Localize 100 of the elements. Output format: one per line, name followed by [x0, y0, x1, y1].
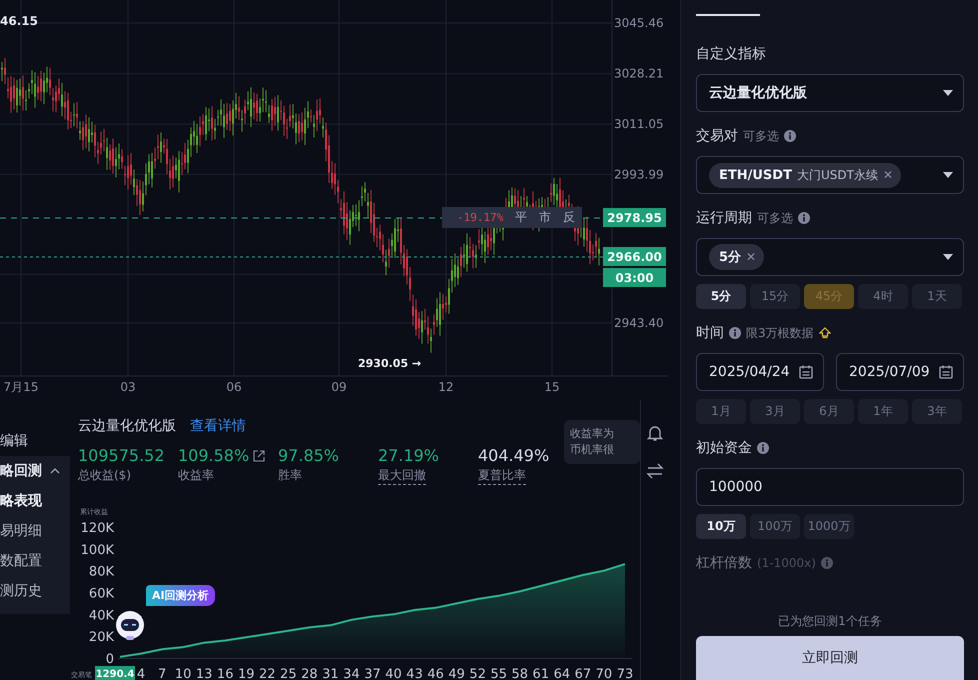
- stat-label: 收益率: [178, 467, 214, 484]
- order-action[interactable]: 市: [539, 210, 551, 224]
- x-axis-label: 10: [174, 667, 192, 680]
- x-axis-label: 37: [364, 667, 381, 680]
- x-axis-label: 52: [469, 667, 486, 680]
- details-link[interactable]: 查看详情: [190, 417, 246, 435]
- y-axis-label: 60K: [88, 586, 114, 602]
- y-axis-label: 80K: [88, 564, 114, 580]
- field-label: 交易对: [696, 127, 738, 145]
- field-hint: 可多选: [757, 210, 793, 226]
- stat-value: 27.19%: [378, 446, 440, 465]
- date-axis-label: 09: [331, 380, 347, 394]
- price-axis-label: 2943.40: [614, 316, 664, 330]
- price-axis-label: 2993.99: [614, 167, 664, 182]
- run-backtest-button[interactable]: 立即回测: [696, 636, 964, 680]
- low-price-marker: 2930.05 →: [358, 357, 422, 370]
- end-date-field[interactable]: 2025/07/09: [836, 353, 964, 391]
- field-label: 时间: [696, 324, 724, 342]
- sidebar-item[interactable]: 易明细: [0, 516, 70, 546]
- x-axis-label: 28: [301, 667, 318, 680]
- date-axis-label: 06: [226, 380, 242, 394]
- date-axis-label: 7月15: [4, 380, 38, 394]
- stat-value: 97.85%: [278, 446, 340, 465]
- x-axis-label: 73: [616, 667, 634, 680]
- date-axis-label: 15: [544, 380, 560, 394]
- sidebar-item[interactable]: 数配置: [0, 546, 70, 576]
- price-badge: 2966.00: [603, 247, 666, 266]
- stat-label: 胜率: [278, 467, 302, 484]
- ai-analysis-badge[interactable]: AI回测分析: [146, 585, 215, 606]
- x-axis-label: 13: [196, 667, 212, 680]
- stat-value: 109575.52: [78, 446, 165, 465]
- start-value-badge: 1290.4: [95, 666, 135, 680]
- price-badge: 03:00: [603, 268, 666, 287]
- stat-label: 夏普比率: [478, 467, 526, 485]
- date-axis-label: 03: [120, 380, 136, 394]
- tooltip: 收益率为 币机率很: [564, 420, 640, 464]
- field-label: 自定义指标: [696, 45, 766, 63]
- x-axis-label: 58: [512, 667, 528, 680]
- x-axis-label: 34: [343, 667, 360, 680]
- y-axis-label: 20K: [88, 630, 114, 646]
- y-axis-label: 0: [106, 652, 114, 667]
- pair-tag[interactable]: ETH/USDT 大门USDT永续 ✕: [709, 162, 902, 188]
- date-axis-label: 12: [438, 380, 454, 394]
- field-hint: 可多选: [743, 128, 779, 144]
- preset-button[interactable]: 10万: [696, 514, 746, 539]
- y-axis-label: 120K: [80, 521, 114, 536]
- x-axis-label: 40: [385, 667, 402, 680]
- x-axis-label: 61: [532, 667, 550, 680]
- stat-value: 404.49%: [478, 446, 550, 465]
- preset-button[interactable]: 5分: [696, 284, 746, 309]
- period-select[interactable]: 5分 ✕: [696, 238, 964, 276]
- stat-value: 109.58%: [178, 446, 250, 465]
- field-hint: (1-1000x): [757, 556, 816, 570]
- start-date-field[interactable]: 2025/04/24: [696, 353, 824, 391]
- pnl-percent: -19.17%: [457, 211, 504, 224]
- x-axis-label: 55: [490, 667, 508, 680]
- preset-button[interactable]: 1天: [912, 284, 962, 309]
- capital-input[interactable]: 100000: [696, 468, 964, 506]
- x-axis-label: 25: [280, 667, 297, 680]
- preset-button[interactable]: 3年: [912, 399, 962, 424]
- x-axis-label: 31: [322, 667, 339, 680]
- preset-button[interactable]: 15分: [750, 284, 800, 309]
- price-axis-label: 3011.05: [614, 117, 664, 132]
- order-action[interactable]: 平: [515, 210, 527, 224]
- preset-button[interactable]: 1000万: [804, 514, 854, 539]
- x-axis-label: 4: [136, 667, 146, 680]
- x-axis-label: 7: [158, 667, 166, 680]
- order-action[interactable]: 反: [563, 210, 575, 224]
- stat-label: 总收益($): [78, 467, 131, 484]
- period-tag[interactable]: 5分 ✕: [709, 244, 764, 270]
- x-axis-label: 16: [216, 667, 234, 680]
- x-axis-label: 22: [259, 667, 276, 680]
- x-axis-label: 46: [427, 667, 444, 680]
- x-axis-label: 49: [448, 667, 465, 680]
- x-axis-label: 64: [554, 667, 570, 680]
- price-axis-label: 3045.46: [614, 16, 664, 30]
- preset-button[interactable]: 6月: [804, 399, 854, 424]
- indicator-select[interactable]: 云边量化优化版: [696, 74, 964, 112]
- field-hint: 限3万根数据: [746, 324, 814, 342]
- preset-button[interactable]: 100万: [750, 514, 800, 539]
- price-axis-label: 3028.21: [614, 66, 664, 81]
- sidebar-item[interactable]: 测历史: [0, 576, 70, 606]
- x-axis-label: 67: [574, 667, 592, 680]
- field-label: 杠杆倍数: [696, 554, 752, 572]
- preset-button[interactable]: 3月: [750, 399, 800, 424]
- stat-label: 最大回撤: [378, 467, 426, 485]
- price-badge: 2978.95: [603, 208, 666, 227]
- field-label: 运行周期: [696, 209, 752, 227]
- pair-select[interactable]: ETH/USDT 大门USDT永续 ✕: [696, 156, 964, 194]
- field-label: 初始资金: [696, 439, 752, 457]
- strategy-title: 云边量化优化版: [78, 417, 176, 435]
- y-axis-label: 100K: [80, 542, 114, 558]
- sidebar-item[interactable]: 略回测: [0, 456, 70, 486]
- x-axis-label: 19: [238, 667, 255, 680]
- price-label: 46.15: [0, 14, 38, 28]
- preset-button[interactable]: 4时: [858, 284, 908, 309]
- sidebar-item[interactable]: 编辑: [0, 426, 70, 456]
- preset-button[interactable]: 1年: [858, 399, 908, 424]
- preset-button[interactable]: 1月: [696, 399, 746, 424]
- sidebar-item[interactable]: 略表现: [0, 486, 70, 516]
